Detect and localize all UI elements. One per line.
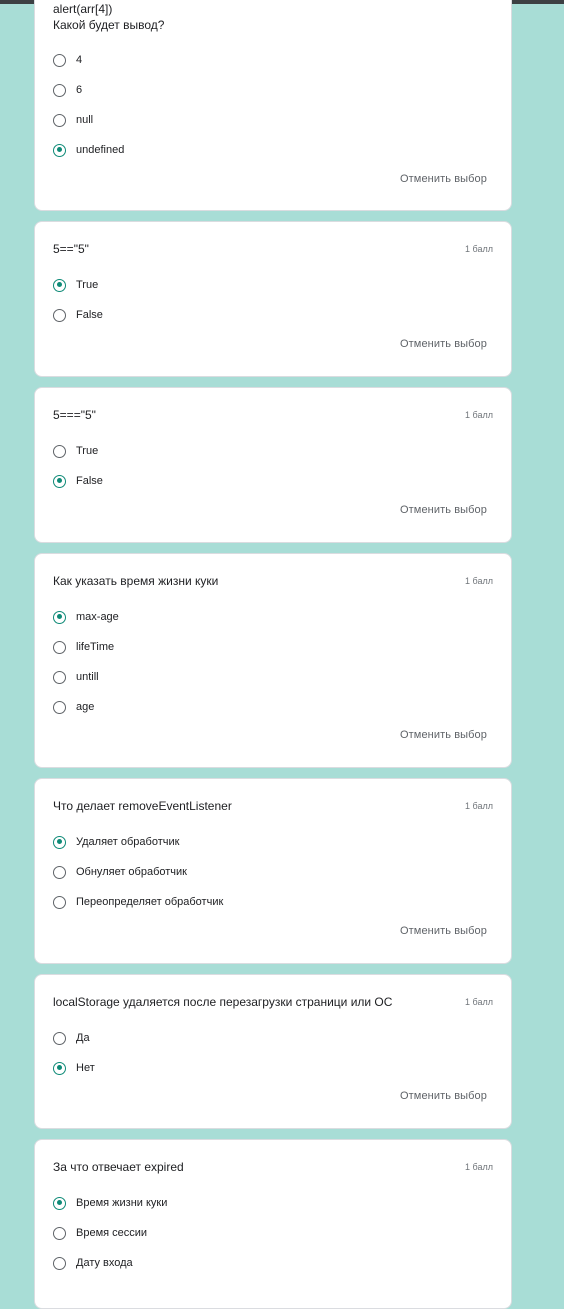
option-age[interactable]: age — [53, 697, 94, 717]
option-session-time[interactable]: Время сессии — [53, 1223, 147, 1243]
question-card: Что делает removeEventListener 1 балл Уд… — [34, 778, 512, 964]
points-label: 1 балл — [465, 801, 493, 811]
option-label: Удаляет обработчик — [76, 836, 180, 848]
radio-button[interactable] — [53, 444, 66, 458]
question-card: 5==="5" 1 балл True False Отменить выбор — [34, 387, 512, 543]
option-true[interactable]: True — [53, 275, 98, 295]
option-4[interactable]: 4 — [53, 50, 82, 70]
radio-button[interactable] — [53, 670, 66, 684]
option-true[interactable]: True — [53, 441, 98, 461]
option-label: Дату входа — [76, 1257, 133, 1269]
clear-selection-button[interactable]: Отменить выбор — [400, 338, 487, 350]
option-label: undefined — [76, 144, 125, 156]
radio-button[interactable] — [53, 1256, 66, 1270]
question-card: 5=="5" 1 балл True False Отменить выбор — [34, 221, 512, 377]
radio-button-selected[interactable] — [53, 143, 66, 157]
points-label: 1 балл — [465, 997, 493, 1007]
radio-button-selected[interactable] — [53, 474, 66, 488]
question-card: alert(arr[4]) Какой будет вывод? 4 6 nul… — [34, 0, 512, 211]
option-label: null — [76, 114, 94, 126]
option-untill[interactable]: untill — [53, 667, 99, 687]
question-card: За что отвечает expired 1 балл Время жиз… — [34, 1139, 512, 1309]
question-title: Что делает removeEventListener — [53, 799, 232, 813]
option-6[interactable]: 6 — [53, 80, 82, 100]
option-null[interactable]: null — [53, 110, 93, 130]
option-label: 6 — [76, 84, 83, 96]
radio-button-selected[interactable] — [53, 835, 66, 849]
question-title: 5=="5" — [53, 242, 89, 256]
question-title: alert(arr[4]) Какой будет вывод? — [53, 2, 165, 32]
clear-selection-button[interactable]: Отменить выбор — [400, 504, 487, 516]
radio-button-selected[interactable] — [53, 610, 66, 624]
clear-selection-button[interactable]: Отменить выбор — [400, 173, 487, 185]
radio-button[interactable] — [53, 1226, 66, 1240]
option-label: Да — [76, 1032, 90, 1044]
radio-button[interactable] — [53, 53, 66, 67]
option-label: Время жизни куки — [76, 1197, 168, 1209]
option-label: True — [76, 279, 99, 291]
option-label: lifeTime — [76, 641, 115, 653]
radio-button[interactable] — [53, 640, 66, 654]
points-label: 1 балл — [465, 1162, 493, 1172]
option-label: untill — [76, 671, 99, 683]
option-cookie-lifetime[interactable]: Время жизни куки — [53, 1193, 167, 1213]
radio-button[interactable] — [53, 113, 66, 127]
radio-button[interactable] — [53, 308, 66, 322]
radio-button[interactable] — [53, 700, 66, 714]
radio-button[interactable] — [53, 895, 66, 909]
option-label: age — [76, 701, 95, 713]
option-max-age[interactable]: max-age — [53, 607, 119, 627]
clear-selection-button[interactable]: Отменить выбор — [400, 729, 487, 741]
points-label: 1 балл — [465, 244, 493, 254]
clear-selection-button[interactable]: Отменить выбор — [400, 1090, 487, 1102]
option-label: 4 — [76, 54, 83, 66]
option-false[interactable]: False — [53, 305, 103, 325]
radio-button[interactable] — [53, 865, 66, 879]
question-title: Как указать время жизни куки — [53, 574, 219, 588]
option-label: Обнуляет обработчик — [76, 866, 187, 878]
radio-button-selected[interactable] — [53, 1196, 66, 1210]
option-yes[interactable]: Да — [53, 1028, 90, 1048]
points-label: 1 балл — [465, 576, 493, 586]
option-removes-handler[interactable]: Удаляет обработчик — [53, 832, 179, 852]
option-login-date[interactable]: Дату входа — [53, 1253, 133, 1273]
radio-button[interactable] — [53, 1031, 66, 1045]
option-label: Переопределяет обработчик — [76, 896, 224, 908]
question-title: За что отвечает expired — [53, 1160, 184, 1174]
radio-button-selected[interactable] — [53, 1061, 66, 1075]
clear-selection-button[interactable]: Отменить выбор — [400, 925, 487, 937]
question-title: 5==="5" — [53, 408, 96, 422]
option-label: False — [76, 475, 103, 487]
option-lifetime[interactable]: lifeTime — [53, 637, 114, 657]
question-title: localStorage удаляется после перезагрузк… — [53, 995, 393, 1009]
question-card: Как указать время жизни куки 1 балл max-… — [34, 553, 512, 768]
points-label: 1 балл — [465, 410, 493, 420]
radio-button-selected[interactable] — [53, 278, 66, 292]
option-label: Время сессии — [76, 1227, 148, 1239]
option-label: False — [76, 309, 103, 321]
option-no[interactable]: Нет — [53, 1058, 95, 1078]
question-card: localStorage удаляется после перезагрузк… — [34, 974, 512, 1129]
option-resets-handler[interactable]: Обнуляет обработчик — [53, 862, 187, 882]
option-false[interactable]: False — [53, 471, 103, 491]
option-label: True — [76, 445, 99, 457]
radio-button[interactable] — [53, 83, 66, 97]
option-label: max-age — [76, 611, 119, 623]
option-redefines-handler[interactable]: Переопределяет обработчик — [53, 892, 223, 912]
option-label: Нет — [76, 1062, 95, 1074]
option-undefined[interactable]: undefined — [53, 140, 124, 160]
